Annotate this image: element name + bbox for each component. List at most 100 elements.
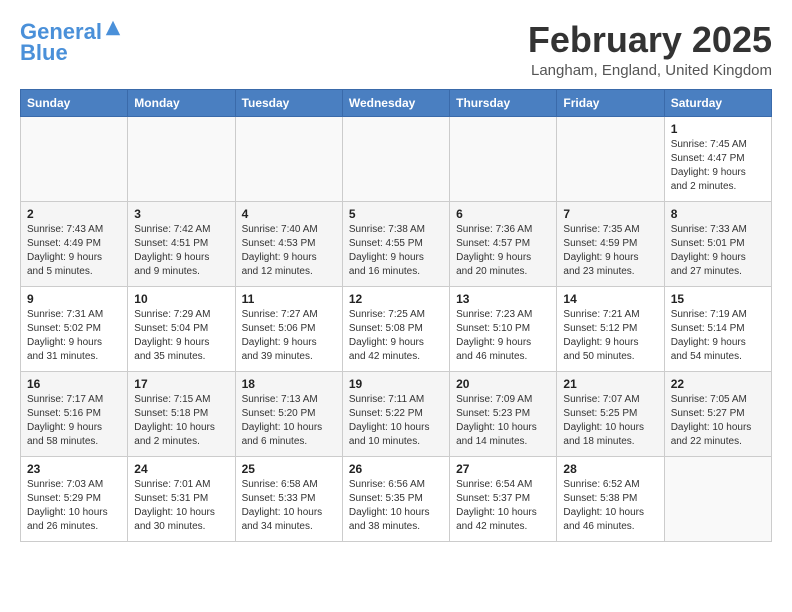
logo-icon xyxy=(104,19,122,37)
day-number: 12 xyxy=(349,292,443,306)
day-info: Sunrise: 7:31 AMSunset: 5:02 PMDaylight:… xyxy=(27,308,121,364)
calendar-cell xyxy=(128,116,235,201)
day-info: Sunrise: 7:33 AMSunset: 5:01 PMDaylight:… xyxy=(671,223,765,279)
day-info: Sunrise: 6:52 AMSunset: 5:38 PMDaylight:… xyxy=(563,478,657,534)
calendar-cell: 12 Sunrise: 7:25 AMSunset: 5:08 PMDayligh… xyxy=(342,286,449,371)
day-number: 18 xyxy=(242,377,336,391)
calendar-cell: 17Sunrise: 7:15 AMSunset: 5:18 PMDayligh… xyxy=(128,371,235,456)
day-info: Sunrise: 7:25 AMSunset: 5:08 PMDaylight:… xyxy=(349,308,443,364)
day-number: 10 xyxy=(134,292,228,306)
day-number: 16 xyxy=(27,377,121,391)
day-number: 21 xyxy=(563,377,657,391)
day-info: Sunrise: 7:40 AMSunset: 4:53 PMDaylight:… xyxy=(242,223,336,279)
calendar-cell: 26Sunrise: 6:56 AMSunset: 5:35 PMDayligh… xyxy=(342,456,449,541)
calendar-cell xyxy=(235,116,342,201)
calendar-week-1: 1 Sunrise: 7:45 AMSunset: 4:47 PMDaylight… xyxy=(21,116,772,201)
weekday-header-sunday: Sunday xyxy=(21,89,128,116)
weekday-header-tuesday: Tuesday xyxy=(235,89,342,116)
day-number: 13 xyxy=(456,292,550,306)
day-number: 23 xyxy=(27,462,121,476)
day-number: 8 xyxy=(671,207,765,221)
calendar-cell: 3 Sunrise: 7:42 AMSunset: 4:51 PMDaylight… xyxy=(128,201,235,286)
day-info: Sunrise: 7:43 AMSunset: 4:49 PMDaylight:… xyxy=(27,223,121,279)
weekday-header-row: SundayMondayTuesdayWednesdayThursdayFrid… xyxy=(21,89,772,116)
day-number: 6 xyxy=(456,207,550,221)
calendar-table: SundayMondayTuesdayWednesdayThursdayFrid… xyxy=(20,89,772,542)
day-info: Sunrise: 6:54 AMSunset: 5:37 PMDaylight:… xyxy=(456,478,550,534)
day-info: Sunrise: 7:45 AMSunset: 4:47 PMDaylight:… xyxy=(671,138,765,194)
day-info: Sunrise: 7:35 AMSunset: 4:59 PMDaylight:… xyxy=(563,223,657,279)
month-title: February 2025 xyxy=(528,20,772,60)
calendar-cell: 24 Sunrise: 7:01 AMSunset: 5:31 PMDayligh… xyxy=(128,456,235,541)
calendar-cell xyxy=(664,456,771,541)
calendar-cell xyxy=(557,116,664,201)
calendar-cell xyxy=(21,116,128,201)
calendar-cell: 4 Sunrise: 7:40 AMSunset: 4:53 PMDaylight… xyxy=(235,201,342,286)
day-number: 22 xyxy=(671,377,765,391)
logo: General Blue xyxy=(20,20,122,66)
day-number: 28 xyxy=(563,462,657,476)
day-info: Sunrise: 7:03 AMSunset: 5:29 PMDaylight:… xyxy=(27,478,121,534)
calendar-cell: 18 Sunrise: 7:13 AMSunset: 5:20 PMDayligh… xyxy=(235,371,342,456)
calendar-cell: 15 Sunrise: 7:19 AMSunset: 5:14 PMDayligh… xyxy=(664,286,771,371)
calendar-cell: 9 Sunrise: 7:31 AMSunset: 5:02 PMDaylight… xyxy=(21,286,128,371)
day-number: 4 xyxy=(242,207,336,221)
day-info: Sunrise: 7:09 AMSunset: 5:23 PMDaylight:… xyxy=(456,393,550,449)
day-info: Sunrise: 6:58 AMSunset: 5:33 PMDaylight:… xyxy=(242,478,336,534)
calendar-cell: 13 Sunrise: 7:23 AMSunset: 5:10 PMDayligh… xyxy=(450,286,557,371)
calendar-cell: 10Sunrise: 7:29 AMSunset: 5:04 PMDayligh… xyxy=(128,286,235,371)
calendar-cell: 21 Sunrise: 7:07 AMSunset: 5:25 PMDayligh… xyxy=(557,371,664,456)
day-number: 24 xyxy=(134,462,228,476)
day-number: 14 xyxy=(563,292,657,306)
day-info: Sunrise: 7:01 AMSunset: 5:31 PMDaylight:… xyxy=(134,478,228,534)
day-number: 27 xyxy=(456,462,550,476)
day-number: 25 xyxy=(242,462,336,476)
weekday-header-monday: Monday xyxy=(128,89,235,116)
calendar-week-5: 23 Sunrise: 7:03 AMSunset: 5:29 PMDayligh… xyxy=(21,456,772,541)
day-number: 11 xyxy=(242,292,336,306)
day-info: Sunrise: 7:19 AMSunset: 5:14 PMDaylight:… xyxy=(671,308,765,364)
calendar-cell: 23 Sunrise: 7:03 AMSunset: 5:29 PMDayligh… xyxy=(21,456,128,541)
day-info: Sunrise: 7:15 AMSunset: 5:18 PMDaylight:… xyxy=(134,393,228,449)
day-info: Sunrise: 7:05 AMSunset: 5:27 PMDaylight:… xyxy=(671,393,765,449)
calendar-cell: 14 Sunrise: 7:21 AMSunset: 5:12 PMDayligh… xyxy=(557,286,664,371)
calendar-cell xyxy=(342,116,449,201)
day-number: 2 xyxy=(27,207,121,221)
day-number: 19 xyxy=(349,377,443,391)
calendar-cell: 6 Sunrise: 7:36 AMSunset: 4:57 PMDaylight… xyxy=(450,201,557,286)
calendar-week-4: 16Sunrise: 7:17 AMSunset: 5:16 PMDayligh… xyxy=(21,371,772,456)
day-info: Sunrise: 7:13 AMSunset: 5:20 PMDaylight:… xyxy=(242,393,336,449)
calendar-cell xyxy=(450,116,557,201)
weekday-header-wednesday: Wednesday xyxy=(342,89,449,116)
page-header: General Blue February 2025 Langham, Engl… xyxy=(20,20,772,79)
calendar-cell: 11 Sunrise: 7:27 AMSunset: 5:06 PMDayligh… xyxy=(235,286,342,371)
calendar-cell: 28 Sunrise: 6:52 AMSunset: 5:38 PMDayligh… xyxy=(557,456,664,541)
calendar-cell: 27 Sunrise: 6:54 AMSunset: 5:37 PMDayligh… xyxy=(450,456,557,541)
day-info: Sunrise: 7:07 AMSunset: 5:25 PMDaylight:… xyxy=(563,393,657,449)
day-info: Sunrise: 7:23 AMSunset: 5:10 PMDaylight:… xyxy=(456,308,550,364)
day-info: Sunrise: 7:21 AMSunset: 5:12 PMDaylight:… xyxy=(563,308,657,364)
calendar-week-3: 9 Sunrise: 7:31 AMSunset: 5:02 PMDaylight… xyxy=(21,286,772,371)
calendar-cell: 2 Sunrise: 7:43 AMSunset: 4:49 PMDaylight… xyxy=(21,201,128,286)
day-info: Sunrise: 7:36 AMSunset: 4:57 PMDaylight:… xyxy=(456,223,550,279)
day-info: Sunrise: 7:27 AMSunset: 5:06 PMDaylight:… xyxy=(242,308,336,364)
day-number: 9 xyxy=(27,292,121,306)
calendar-cell: 16Sunrise: 7:17 AMSunset: 5:16 PMDayligh… xyxy=(21,371,128,456)
day-number: 20 xyxy=(456,377,550,391)
day-number: 7 xyxy=(563,207,657,221)
title-block: February 2025 Langham, England, United K… xyxy=(528,20,772,79)
calendar-cell: 5Sunrise: 7:38 AMSunset: 4:55 PMDaylight… xyxy=(342,201,449,286)
day-info: Sunrise: 7:42 AMSunset: 4:51 PMDaylight:… xyxy=(134,223,228,279)
calendar-cell: 19 Sunrise: 7:11 AMSunset: 5:22 PMDayligh… xyxy=(342,371,449,456)
calendar-cell: 8 Sunrise: 7:33 AMSunset: 5:01 PMDaylight… xyxy=(664,201,771,286)
location: Langham, England, United Kingdom xyxy=(528,62,772,79)
calendar-cell: 7 Sunrise: 7:35 AMSunset: 4:59 PMDaylight… xyxy=(557,201,664,286)
calendar-cell: 25 Sunrise: 6:58 AMSunset: 5:33 PMDayligh… xyxy=(235,456,342,541)
day-number: 15 xyxy=(671,292,765,306)
day-info: Sunrise: 7:38 AMSunset: 4:55 PMDaylight:… xyxy=(349,223,443,279)
day-info: Sunrise: 7:11 AMSunset: 5:22 PMDaylight:… xyxy=(349,393,443,449)
day-number: 1 xyxy=(671,122,765,136)
calendar-week-2: 2 Sunrise: 7:43 AMSunset: 4:49 PMDaylight… xyxy=(21,201,772,286)
day-number: 3 xyxy=(134,207,228,221)
weekday-header-friday: Friday xyxy=(557,89,664,116)
